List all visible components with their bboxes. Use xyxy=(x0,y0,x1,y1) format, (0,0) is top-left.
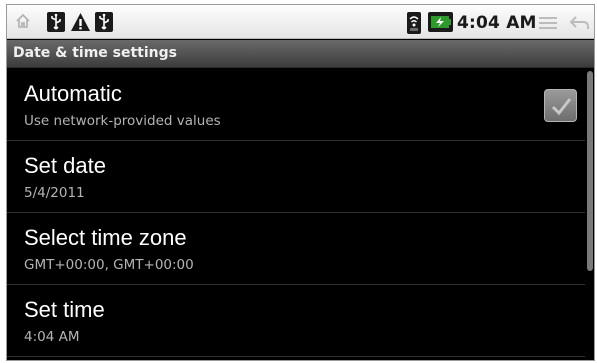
setting-title: Automatic xyxy=(24,81,122,106)
setting-set-date[interactable]: Set date 5/4/2011 xyxy=(7,141,585,213)
status-bar: 4:04 AM xyxy=(7,5,594,39)
setting-automatic[interactable]: Automatic Use network-provided values xyxy=(7,69,585,141)
usb-icon xyxy=(47,12,65,32)
setting-title: Select time zone xyxy=(24,225,187,250)
setting-title: Set date xyxy=(24,153,106,178)
setting-select-time-zone[interactable]: Select time zone GMT+00:00, GMT+00:00 xyxy=(7,213,585,285)
warning-icon xyxy=(70,12,91,32)
back-icon[interactable] xyxy=(568,14,590,32)
menu-icon[interactable] xyxy=(538,15,558,31)
setting-set-time[interactable]: Set time 4:04 AM xyxy=(7,285,585,357)
page-title: Date & time settings xyxy=(13,45,177,61)
status-clock: 4:04 AM xyxy=(457,13,537,33)
wifi-signal-icon xyxy=(407,12,421,34)
battery-charging-icon xyxy=(428,12,453,32)
home-icon[interactable] xyxy=(14,12,32,30)
setting-title: Set time xyxy=(24,297,105,322)
automatic-checkbox[interactable] xyxy=(544,89,577,122)
checkmark-icon xyxy=(551,97,571,115)
setting-summary: GMT+00:00, GMT+00:00 xyxy=(24,257,194,273)
setting-summary: Use network-provided values xyxy=(24,113,221,129)
setting-summary: 5/4/2011 xyxy=(24,185,85,201)
scrollbar[interactable] xyxy=(587,71,593,271)
android-screen: 4:04 AM Date & time settings Automatic U… xyxy=(6,4,595,361)
title-bar: Date & time settings xyxy=(7,40,594,68)
setting-summary: 4:04 AM xyxy=(24,329,80,345)
usb-icon xyxy=(95,12,113,32)
